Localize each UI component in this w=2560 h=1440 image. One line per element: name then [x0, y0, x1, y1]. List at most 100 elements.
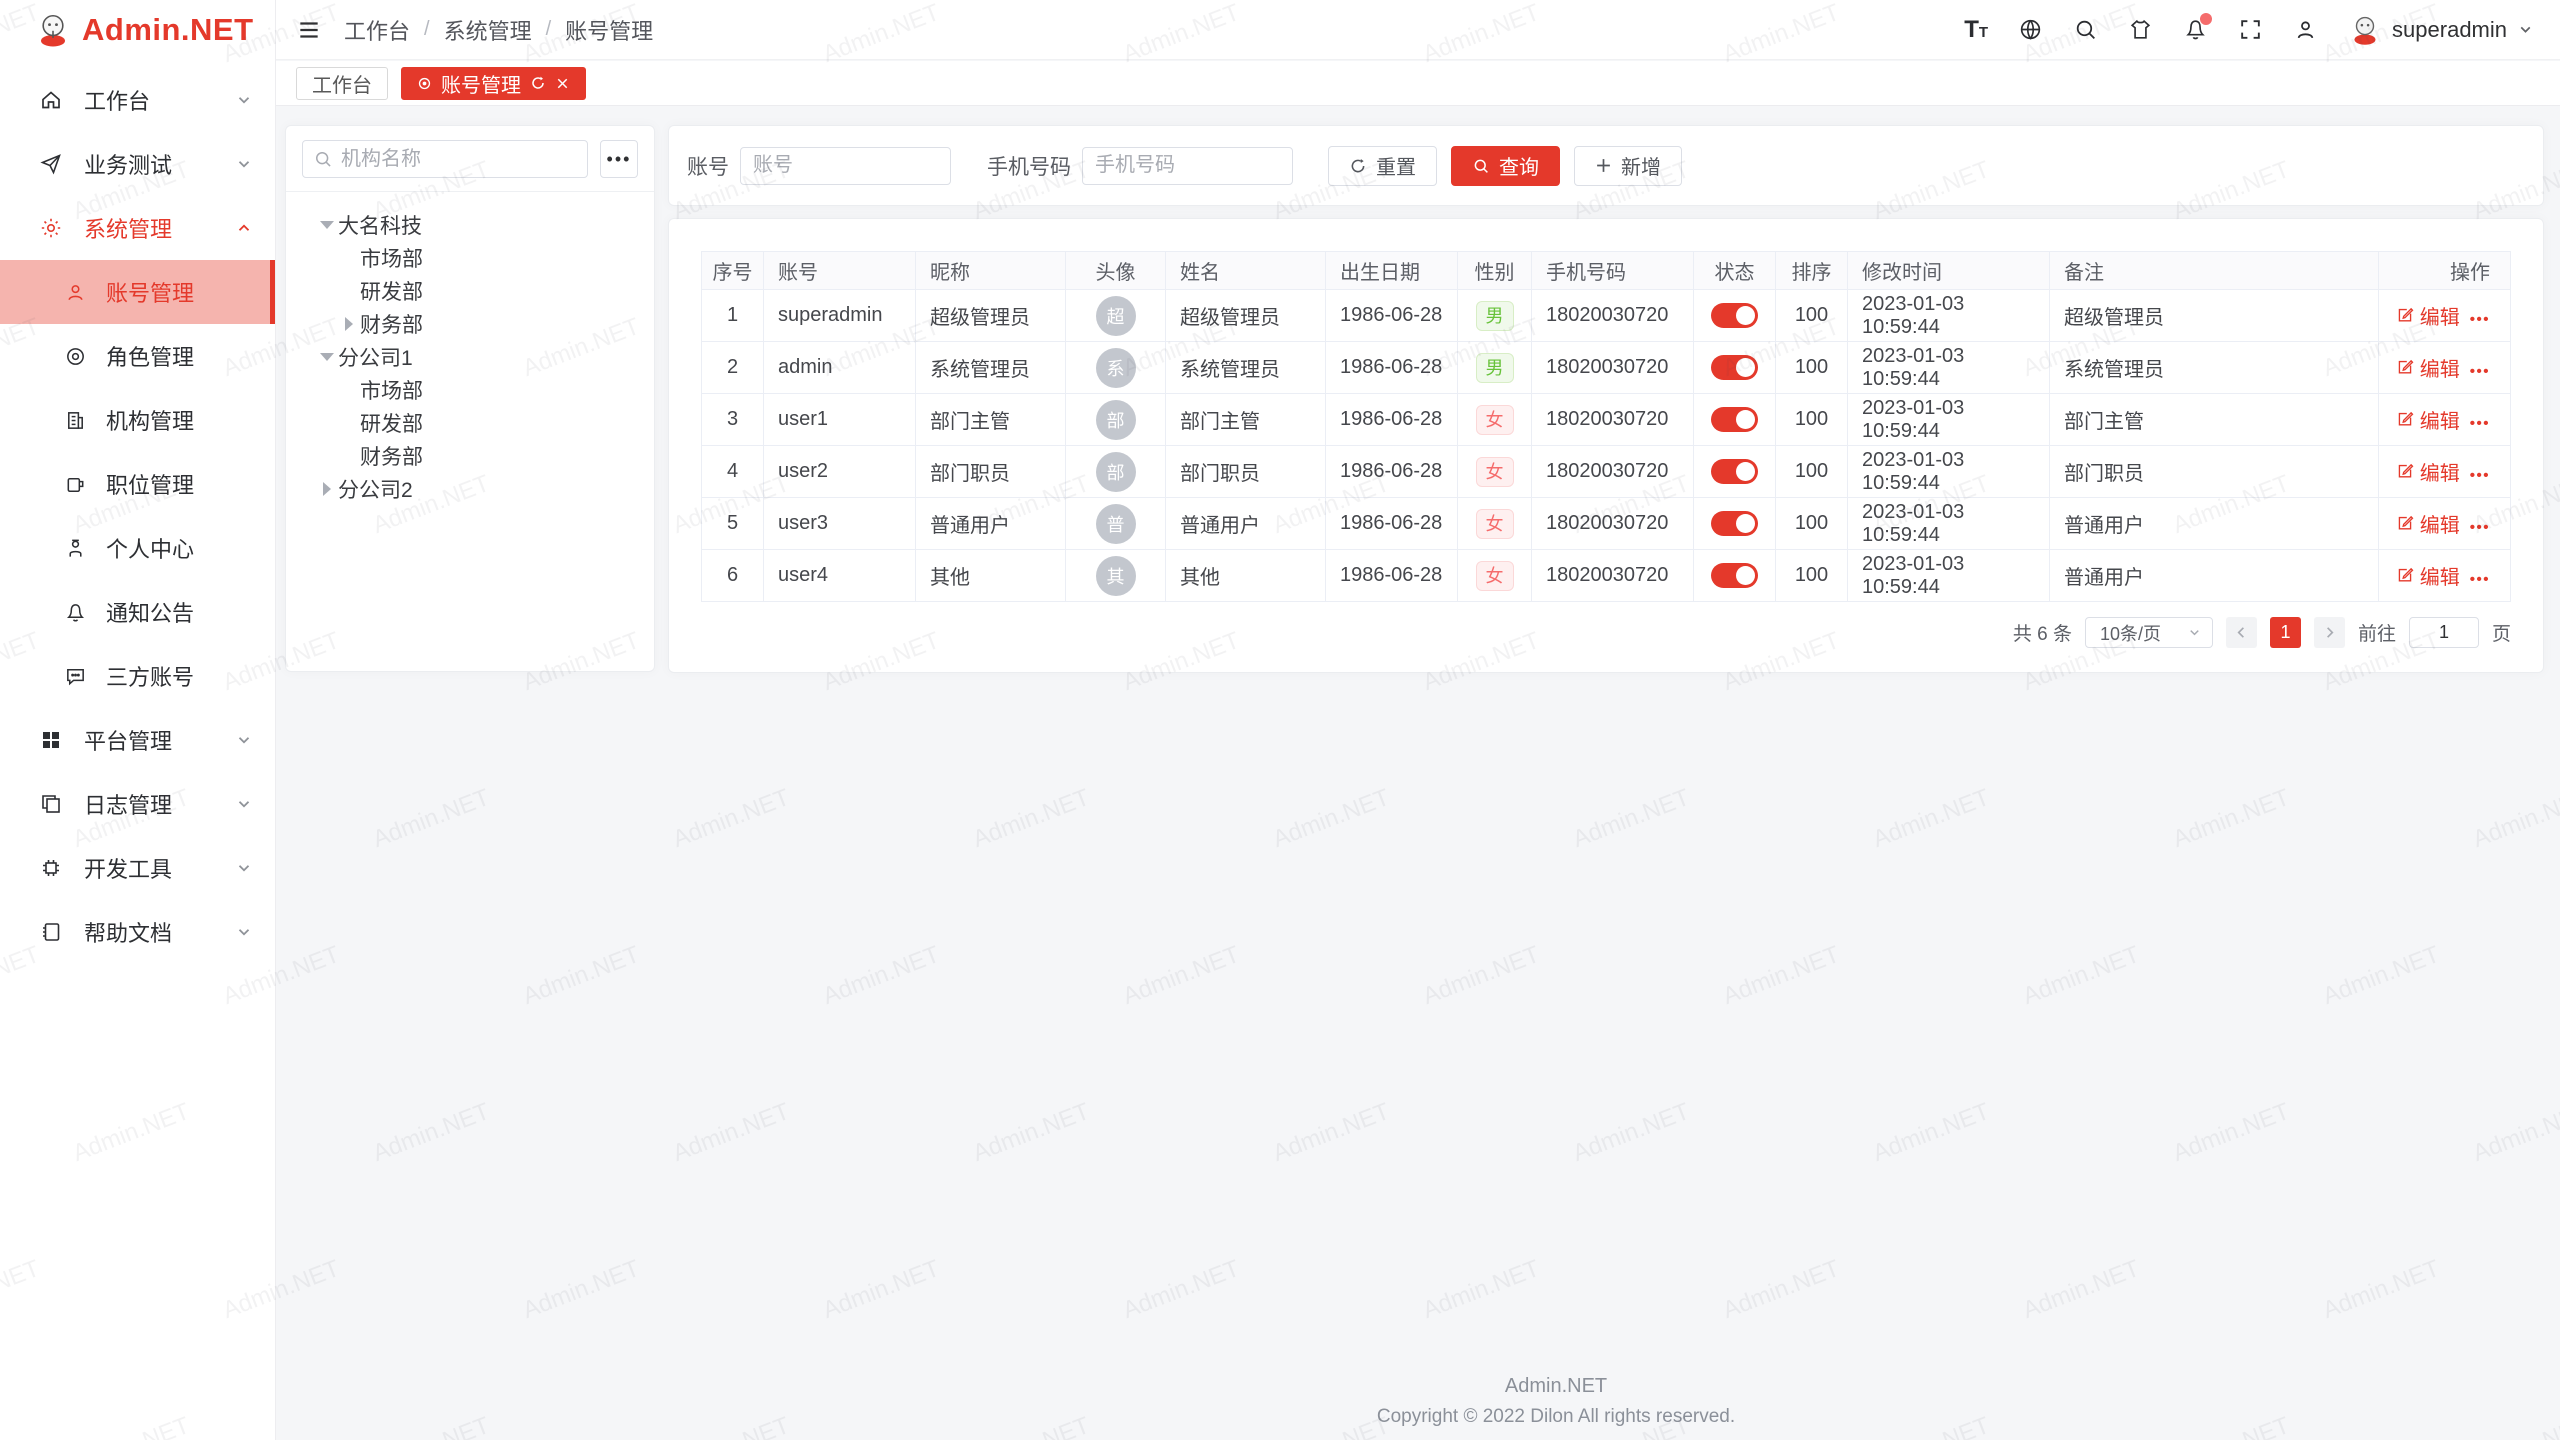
gear-icon	[38, 216, 64, 240]
status-toggle[interactable]	[1711, 355, 1758, 380]
user-menu[interactable]: superadmin	[2348, 13, 2534, 47]
edit-button[interactable]: 编辑	[2396, 561, 2460, 590]
breadcrumb-item[interactable]: 账号管理	[565, 14, 653, 46]
search-icon[interactable]	[2073, 17, 2098, 42]
theme-shirt-icon[interactable]	[2128, 17, 2153, 42]
search-button[interactable]: 查询	[1451, 146, 1560, 186]
tree-node[interactable]: 财务部	[286, 307, 654, 340]
caret-collapsed-icon[interactable]	[316, 482, 338, 496]
next-page-button[interactable]	[2314, 617, 2345, 648]
org-search-input[interactable]	[341, 148, 577, 171]
tab-workbench[interactable]: 工作台	[296, 67, 388, 100]
sidebar-item-business-test[interactable]: 业务测试	[0, 132, 275, 196]
breadcrumb-item[interactable]: 工作台	[344, 14, 410, 46]
col-avatar: 头像	[1066, 252, 1166, 290]
status-toggle[interactable]	[1711, 407, 1758, 432]
person-center-icon	[62, 537, 88, 560]
tree-node[interactable]: 大名科技	[286, 208, 654, 241]
pagination: 共 6 条 10条/页 1 前往 页	[669, 617, 2511, 648]
cpu-icon	[38, 856, 64, 880]
edit-icon	[2396, 306, 2414, 324]
sidebar-item-label: 平台管理	[84, 724, 172, 756]
status-toggle[interactable]	[1711, 511, 1758, 536]
table-row: 1 superadmin 超级管理员 超 超级管理员 1986-06-28 男 …	[702, 290, 2511, 342]
refresh-icon	[1349, 157, 1367, 175]
org-tree-toolbar: •••	[286, 126, 654, 192]
top-header: 工作台 / 系统管理 / 账号管理 TT	[276, 0, 2560, 60]
more-actions-button[interactable]: •••	[2470, 571, 2490, 588]
sidebar-item-workbench[interactable]: 工作台	[0, 68, 275, 132]
status-toggle[interactable]	[1711, 303, 1758, 328]
person-icon[interactable]	[2293, 17, 2318, 42]
table-header-row: 序号 账号 昵称 头像 姓名 出生日期 性别 手机号码 状态 排序 修改时间 备…	[702, 252, 2511, 290]
chevron-down-icon	[235, 923, 253, 941]
page-size-select[interactable]: 10条/页	[2085, 617, 2213, 648]
tree-more-button[interactable]: •••	[600, 140, 638, 178]
sidebar-item-account-mgmt[interactable]: 账号管理	[0, 260, 275, 324]
sidebar-item-role-mgmt[interactable]: 角色管理	[0, 324, 275, 388]
sidebar-item-thirdparty-account[interactable]: 三方账号	[0, 644, 275, 708]
documents-icon	[38, 792, 64, 816]
caret-expanded-icon[interactable]	[316, 221, 338, 229]
caret-collapsed-icon[interactable]	[338, 317, 360, 331]
page-number-current[interactable]: 1	[2270, 617, 2301, 648]
chevron-down-icon	[235, 795, 253, 813]
status-toggle[interactable]	[1711, 563, 1758, 588]
edit-button[interactable]: 编辑	[2396, 301, 2460, 330]
sidebar: Admin.NET 工作台 业务测试 系统管理	[0, 0, 276, 1440]
fullscreen-icon[interactable]	[2238, 17, 2263, 42]
caret-expanded-icon[interactable]	[316, 353, 338, 361]
tree-node[interactable]: 研发部	[286, 406, 654, 439]
more-actions-button[interactable]: •••	[2470, 467, 2490, 484]
tree-node[interactable]: 分公司1	[286, 340, 654, 373]
tab-account-mgmt[interactable]: 账号管理	[401, 67, 586, 100]
edit-icon	[2396, 514, 2414, 532]
tree-node[interactable]: 研发部	[286, 274, 654, 307]
sidebar-item-platform-mgmt[interactable]: 平台管理	[0, 708, 275, 772]
role-icon	[62, 345, 88, 368]
edit-icon	[2396, 358, 2414, 376]
sidebar-item-org-mgmt[interactable]: 机构管理	[0, 388, 275, 452]
edit-button[interactable]: 编辑	[2396, 353, 2460, 382]
sidebar-item-system-mgmt[interactable]: 系统管理	[0, 196, 275, 260]
gender-tag: 男	[1476, 353, 1514, 383]
sidebar-item-personal-center[interactable]: 个人中心	[0, 516, 275, 580]
collapse-menu-icon[interactable]	[296, 17, 322, 43]
refresh-icon[interactable]	[530, 75, 546, 91]
chevron-up-icon	[235, 219, 253, 237]
sidebar-item-position-mgmt[interactable]: 职位管理	[0, 452, 275, 516]
edit-button[interactable]: 编辑	[2396, 405, 2460, 434]
tree-node[interactable]: 市场部	[286, 373, 654, 406]
sidebar-item-label: 职位管理	[106, 468, 194, 500]
prev-page-button[interactable]	[2226, 617, 2257, 648]
col-actions: 操作	[2379, 252, 2511, 290]
more-actions-button[interactable]: •••	[2470, 363, 2490, 380]
font-size-icon[interactable]: TT	[1964, 18, 1988, 42]
account-input[interactable]	[740, 147, 951, 185]
sidebar-item-log-mgmt[interactable]: 日志管理	[0, 772, 275, 836]
brand-name: Admin.NET	[82, 12, 254, 48]
chevron-down-icon	[235, 731, 253, 749]
logo[interactable]: Admin.NET	[0, 0, 275, 60]
close-icon[interactable]	[555, 76, 570, 91]
phone-input[interactable]	[1082, 147, 1293, 185]
more-actions-button[interactable]: •••	[2470, 519, 2490, 536]
add-button[interactable]: 新增	[1574, 146, 1682, 186]
breadcrumb-item[interactable]: 系统管理	[444, 14, 532, 46]
status-toggle[interactable]	[1711, 459, 1758, 484]
tree-node[interactable]: 分公司2	[286, 472, 654, 505]
tree-node[interactable]: 市场部	[286, 241, 654, 274]
users-table: 序号 账号 昵称 头像 姓名 出生日期 性别 手机号码 状态 排序 修改时间 备…	[701, 251, 2511, 602]
sidebar-item-dev-tools[interactable]: 开发工具	[0, 836, 275, 900]
more-actions-button[interactable]: •••	[2470, 311, 2490, 328]
reset-button[interactable]: 重置	[1328, 146, 1437, 186]
edit-button[interactable]: 编辑	[2396, 457, 2460, 486]
edit-button[interactable]: 编辑	[2396, 509, 2460, 538]
sidebar-item-help-docs[interactable]: 帮助文档	[0, 900, 275, 964]
bell-icon[interactable]	[2183, 17, 2208, 42]
tree-node[interactable]: 财务部	[286, 439, 654, 472]
goto-page-input[interactable]	[2409, 617, 2479, 648]
language-icon[interactable]	[2018, 17, 2043, 42]
more-actions-button[interactable]: •••	[2470, 415, 2490, 432]
sidebar-item-notice[interactable]: 通知公告	[0, 580, 275, 644]
